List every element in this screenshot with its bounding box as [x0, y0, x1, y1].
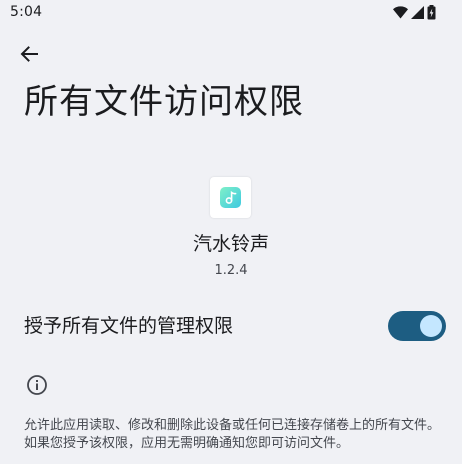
music-note-icon [225, 191, 236, 204]
back-button[interactable] [16, 41, 42, 67]
arrow-left-icon [20, 46, 38, 62]
status-time: 5:04 [10, 4, 43, 20]
status-icons [393, 4, 436, 20]
toggle-thumb [420, 315, 442, 337]
info-icon [27, 375, 47, 395]
permission-toggle-row[interactable]: 授予所有文件的管理权限 [0, 302, 462, 350]
status-bar: 5:04 [0, 0, 462, 26]
page-title: 所有文件访问权限 [24, 82, 304, 122]
app-icon-inner [220, 187, 241, 208]
permission-description: 允许此应用读取、修改和删除此设备或任何已连接存储卷上的所有文件。如果您授予该权限… [24, 418, 441, 451]
app-name: 汽水铃声 [192, 233, 269, 255]
wifi-icon [393, 5, 408, 19]
permission-toggle[interactable] [388, 311, 446, 341]
battery-icon [427, 4, 436, 19]
permission-label: 授予所有文件的管理权限 [24, 315, 234, 337]
app-icon [210, 177, 251, 218]
signal-icon [411, 5, 424, 19]
app-version: 1.2.4 [214, 263, 248, 278]
